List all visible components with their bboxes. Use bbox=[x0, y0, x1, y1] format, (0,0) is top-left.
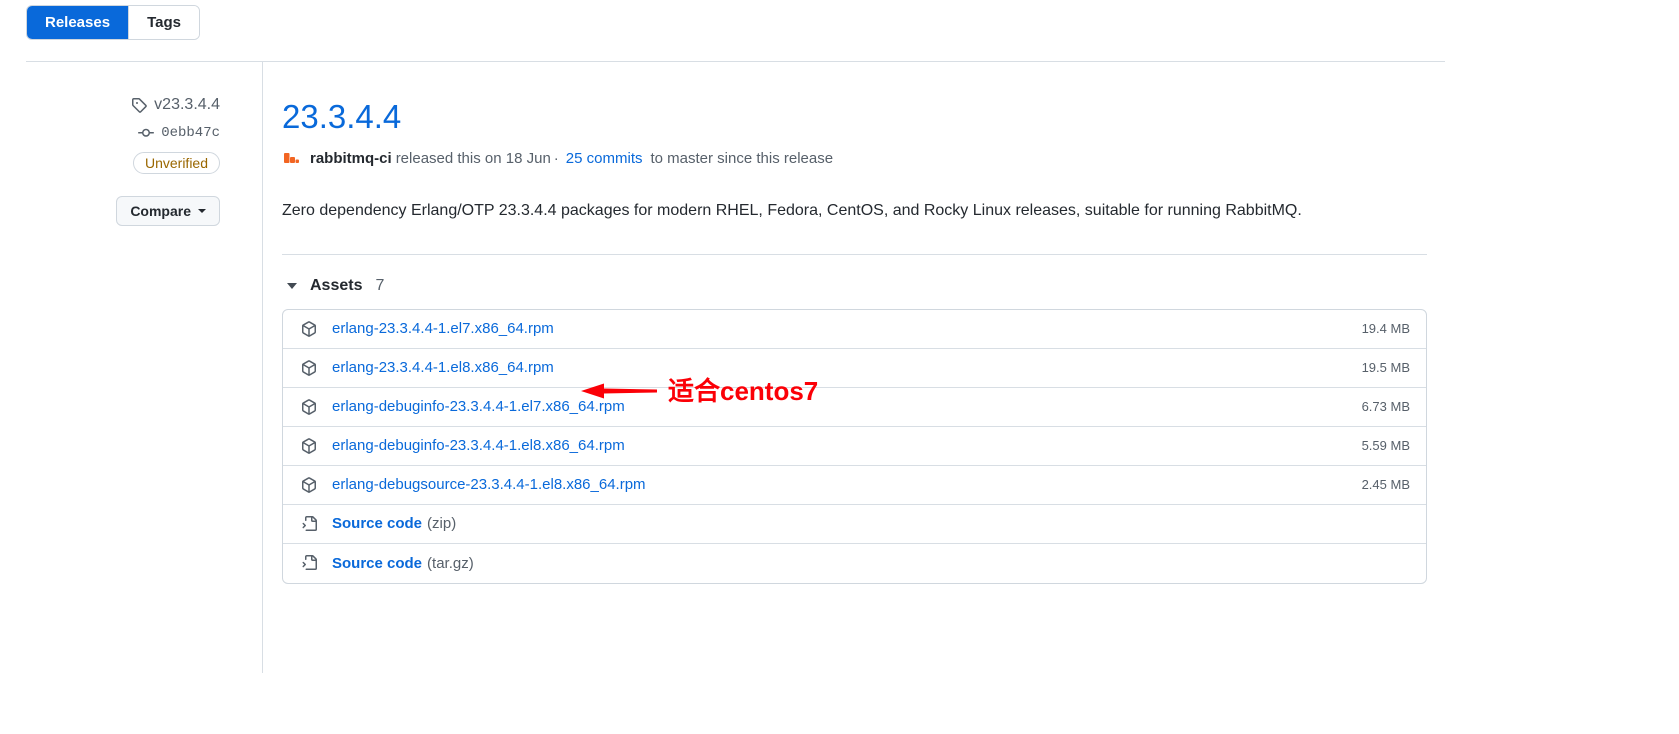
status-badge[interactable]: Unverified bbox=[132, 152, 220, 174]
commit-icon bbox=[138, 125, 155, 141]
asset-format: (tar.gz) bbox=[427, 554, 474, 572]
table-row[interactable]: erlang-debuginfo-23.3.4.4-1.el7.x86_64.r… bbox=[283, 388, 1426, 427]
release-description: Zero dependency Erlang/OTP 23.3.4.4 pack… bbox=[282, 202, 1302, 220]
column-divider bbox=[262, 61, 263, 673]
package-icon bbox=[301, 437, 318, 454]
chevron-down-icon bbox=[287, 282, 297, 289]
commit-row[interactable]: 0ebb47c bbox=[26, 125, 220, 141]
tag-name[interactable]: v23.3.4.4 bbox=[154, 96, 220, 114]
asset-link[interactable]: erlang-debuginfo-23.3.4.4-1.el8.x86_64.r… bbox=[332, 437, 625, 454]
header-divider bbox=[26, 61, 1445, 62]
assets-section-divider bbox=[282, 253, 1427, 255]
byline-separator: · bbox=[553, 149, 559, 167]
table-row[interactable]: erlang-23.3.4.4-1.el8.x86_64.rpm 19.5 MB bbox=[283, 349, 1426, 388]
package-icon bbox=[301, 320, 318, 337]
asset-size: 19.5 MB bbox=[1361, 360, 1410, 376]
compare-label: Compare bbox=[130, 203, 191, 219]
assets-label: Assets bbox=[310, 276, 363, 294]
release-tab-switcher[interactable]: Releases Tags bbox=[26, 5, 200, 40]
asset-link[interactable]: erlang-debuginfo-23.3.4.4-1.el7.x86_64.r… bbox=[332, 398, 625, 415]
user-avatar[interactable] bbox=[282, 148, 302, 168]
assets-list: erlang-23.3.4.4-1.el7.x86_64.rpm 19.4 MB… bbox=[282, 308, 1427, 584]
table-row[interactable]: erlang-23.3.4.4-1.el7.x86_64.rpm 19.4 MB bbox=[283, 310, 1426, 349]
commit-sha[interactable]: 0ebb47c bbox=[161, 125, 220, 141]
asset-link[interactable]: erlang-debugsource-23.3.4.4-1.el8.x86_64… bbox=[332, 476, 646, 493]
file-code-icon bbox=[301, 555, 318, 571]
verification-badge-row: Unverified bbox=[26, 152, 220, 174]
chevron-down-icon bbox=[198, 209, 206, 213]
assets-count: 7 bbox=[375, 276, 385, 294]
byline-tail: to master since this release bbox=[650, 149, 834, 167]
asset-size: 6.73 MB bbox=[1361, 399, 1410, 415]
release-byline: rabbitmq-ci released this on 18 Jun · 25… bbox=[282, 148, 1427, 168]
tag-row[interactable]: v23.3.4.4 bbox=[26, 96, 220, 114]
package-icon bbox=[301, 476, 318, 493]
assets-toggle[interactable]: Assets 7 bbox=[282, 277, 1427, 295]
asset-link[interactable]: Source code bbox=[332, 555, 422, 572]
asset-size: 5.59 MB bbox=[1361, 438, 1410, 454]
file-code-icon bbox=[301, 515, 318, 532]
table-row[interactable]: Source code (tar.gz) bbox=[283, 544, 1426, 583]
compare-row: Compare bbox=[26, 196, 220, 226]
release-main-content: 23.3.4.4 rabbitmq-ci released this on 18… bbox=[282, 96, 1427, 584]
release-author[interactable]: rabbitmq-ci bbox=[310, 150, 392, 167]
tab-releases[interactable]: Releases bbox=[27, 6, 129, 39]
compare-button[interactable]: Compare bbox=[116, 196, 220, 226]
asset-size: 2.45 MB bbox=[1361, 477, 1410, 493]
package-icon bbox=[301, 398, 318, 415]
released-text: released this on 18 Jun bbox=[395, 149, 551, 167]
table-row[interactable]: erlang-debugsource-23.3.4.4-1.el8.x86_64… bbox=[283, 466, 1426, 505]
release-title[interactable]: 23.3.4.4 bbox=[282, 96, 401, 137]
commits-link[interactable]: 25 commits bbox=[566, 150, 643, 167]
tag-icon bbox=[131, 97, 147, 113]
table-row[interactable]: Source code (zip) bbox=[283, 505, 1426, 544]
package-icon bbox=[301, 359, 318, 376]
asset-link[interactable]: erlang-23.3.4.4-1.el8.x86_64.rpm bbox=[332, 359, 554, 376]
table-row[interactable]: erlang-debuginfo-23.3.4.4-1.el8.x86_64.r… bbox=[283, 427, 1426, 466]
asset-link[interactable]: Source code bbox=[332, 515, 422, 532]
asset-link[interactable]: erlang-23.3.4.4-1.el7.x86_64.rpm bbox=[332, 320, 554, 337]
asset-format: (zip) bbox=[427, 515, 457, 533]
asset-size: 19.4 MB bbox=[1361, 321, 1410, 337]
tab-tags[interactable]: Tags bbox=[128, 6, 199, 39]
release-meta-sidebar: v23.3.4.4 0ebb47c Unverified Compare bbox=[26, 96, 242, 226]
